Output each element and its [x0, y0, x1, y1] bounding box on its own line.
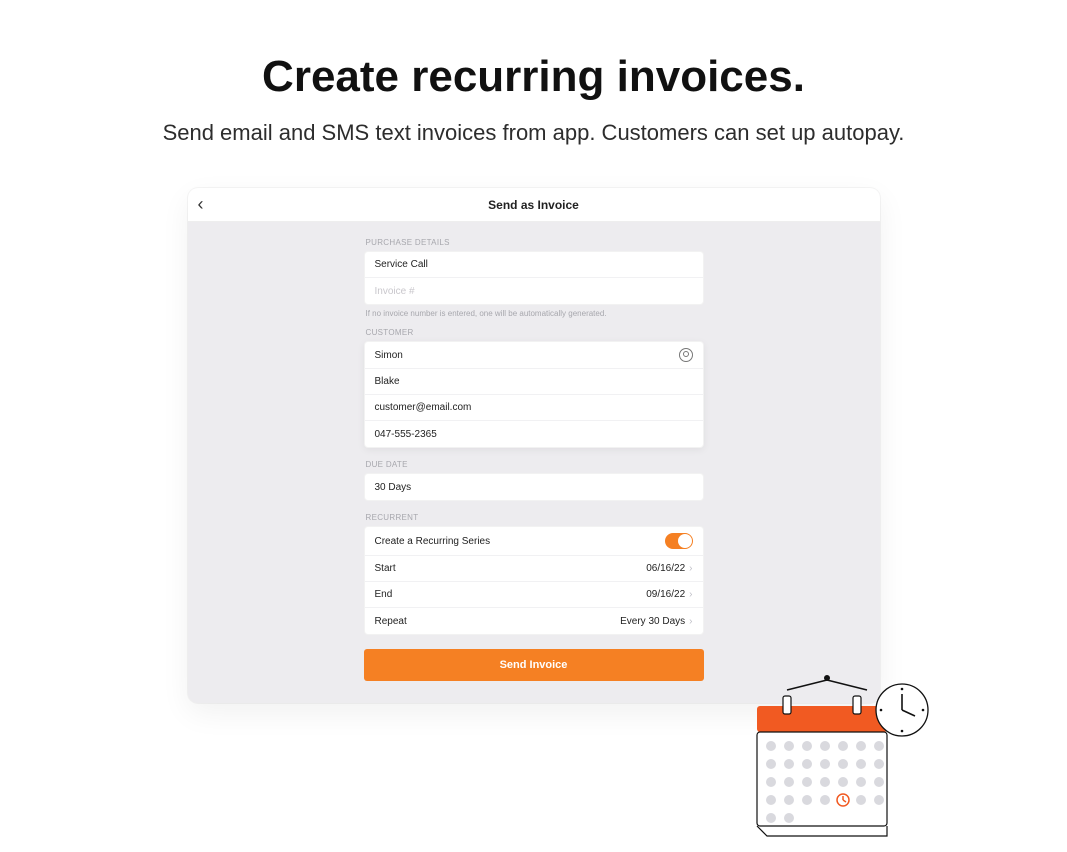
due-date-field[interactable]: 30 Days [365, 474, 703, 500]
calendar-clock-illustration [747, 672, 947, 842]
section-recurrent: RECURRENT [366, 513, 704, 522]
recurring-toggle-row[interactable]: Create a Recurring Series [365, 527, 703, 556]
device-frame: ‹ Send as Invoice PURCHASE DETAILS Servi… [188, 188, 880, 703]
screen-title: Send as Invoice [188, 198, 880, 212]
form-area: PURCHASE DETAILS Service Call Invoice # … [188, 222, 880, 703]
customer-last-name-field[interactable]: Blake [365, 369, 703, 395]
section-due-date: DUE DATE [366, 460, 704, 469]
customer-first-name-field[interactable]: Simon [365, 342, 703, 369]
customer-phone: 047-555-2365 [375, 429, 437, 440]
back-icon[interactable]: ‹ [198, 194, 204, 215]
invoice-helper-text: If no invoice number is entered, one wil… [366, 309, 704, 318]
recurrent-card: Create a Recurring Series Start 06/16/22… [364, 526, 704, 635]
due-date-card: 30 Days [364, 473, 704, 501]
service-call-value: Service Call [375, 259, 428, 270]
recurring-start-value: 06/16/22 [646, 563, 685, 574]
hero-subtitle: Send email and SMS text invoices from ap… [0, 120, 1067, 146]
purchase-card: Service Call Invoice # [364, 251, 704, 305]
recurring-repeat-row[interactable]: Repeat Every 30 Days › [365, 608, 703, 634]
customer-phone-field[interactable]: 047-555-2365 [365, 421, 703, 447]
due-date-value: 30 Days [375, 482, 412, 493]
section-purchase-details: PURCHASE DETAILS [366, 238, 704, 247]
contact-picker-icon[interactable] [679, 348, 693, 362]
customer-first-name: Simon [375, 350, 403, 361]
recurring-end-label: End [375, 589, 393, 600]
chevron-right-icon: › [689, 589, 692, 600]
recurring-repeat-label: Repeat [375, 616, 407, 627]
customer-email: customer@email.com [375, 402, 472, 413]
recurring-end-row[interactable]: End 09/16/22 › [365, 582, 703, 608]
recurring-toggle[interactable] [665, 533, 693, 549]
invoice-number-field[interactable]: Invoice # [365, 278, 703, 304]
recurring-end-value: 09/16/22 [646, 589, 685, 600]
recurring-repeat-value: Every 30 Days [620, 616, 685, 627]
service-call-field[interactable]: Service Call [365, 252, 703, 278]
recurring-toggle-label: Create a Recurring Series [375, 536, 491, 547]
section-customer: CUSTOMER [366, 328, 704, 337]
recurring-start-label: Start [375, 563, 396, 574]
recurring-start-row[interactable]: Start 06/16/22 › [365, 556, 703, 582]
customer-card: Simon Blake customer@email.com 047-555-2… [364, 341, 704, 448]
chevron-right-icon: › [689, 563, 692, 574]
topbar: ‹ Send as Invoice [188, 188, 880, 222]
customer-email-field[interactable]: customer@email.com [365, 395, 703, 421]
chevron-right-icon: › [689, 616, 692, 627]
hero-title: Create recurring invoices. [0, 52, 1067, 102]
invoice-number-placeholder: Invoice # [375, 286, 415, 297]
send-invoice-button[interactable]: Send Invoice [364, 649, 704, 681]
customer-last-name: Blake [375, 376, 400, 387]
